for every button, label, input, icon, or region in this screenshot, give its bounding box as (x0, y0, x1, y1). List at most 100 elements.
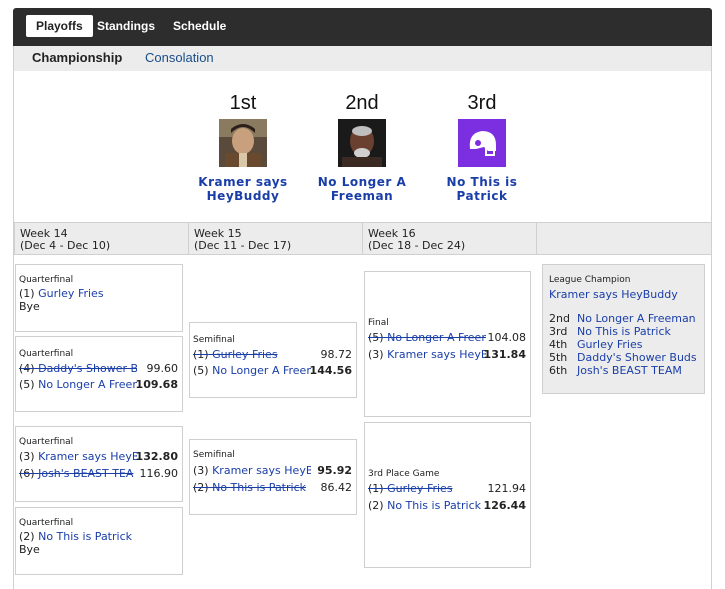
podium-second-team[interactable]: No Longer A Freeman (307, 175, 417, 203)
seed: (1) (368, 482, 384, 495)
team-link[interactable]: No This is Patrick (577, 325, 671, 338)
team-link[interactable]: Josh's BEAST TEAM (577, 364, 682, 377)
final-standing-row[interactable]: 5th Daddy's Shower Buds (549, 351, 697, 364)
seed: (3) (19, 450, 35, 463)
team-link[interactable]: Gurley Fries (577, 338, 642, 351)
matchup-label: Quarterfinal (19, 437, 74, 447)
team-name-line2[interactable]: HeyBuddy (188, 189, 298, 203)
team-link[interactable]: Gurley Fries (387, 482, 452, 495)
seed: (3) (368, 348, 384, 361)
team-link[interactable]: Kramer says HeyBu (387, 348, 486, 361)
team-link[interactable]: No This is Patrick (387, 499, 481, 512)
matchup-team-row[interactable]: (3) Kramer says HeyBu 95.92 (193, 464, 352, 478)
score: 132.80 (135, 450, 178, 463)
place-label: 3rd (467, 92, 497, 114)
freeman-avatar[interactable] (338, 119, 386, 167)
week-15-header: Week 15 (Dec 11 - Dec 17) (188, 222, 363, 255)
place: 3rd (549, 325, 568, 338)
helmet-icon[interactable] (458, 119, 506, 167)
matchup-label: Semifinal (193, 335, 235, 345)
matchup-team-row[interactable]: (2) No This is Patrick (19, 530, 178, 544)
seed: (4) (19, 362, 35, 375)
team-link[interactable]: No This is Patrick (38, 530, 132, 543)
team-link[interactable]: No Longer A Freeman (577, 312, 696, 325)
final-standing-row[interactable]: 4th Gurley Fries (549, 338, 642, 351)
seed: (1) (193, 348, 209, 361)
matchup-label: Semifinal (193, 450, 235, 460)
quarterfinal-3[interactable]: Quarterfinal (3) Kramer says HeyBu 132.8… (15, 426, 183, 502)
week-16-header: Week 16 (Dec 18 - Dec 24) (362, 222, 537, 255)
kramer-avatar[interactable] (219, 119, 267, 167)
matchup-team-row[interactable]: (4) Daddy's Shower Bu 99.60 (19, 362, 178, 376)
seed: (2) (193, 481, 209, 494)
place: 4th (549, 338, 568, 351)
semifinal-2[interactable]: Semifinal (3) Kramer says HeyBu 95.92 (2… (189, 439, 357, 515)
week-range: (Dec 11 - Dec 17) (194, 239, 292, 252)
matchup-label: Quarterfinal (19, 275, 74, 285)
team-link[interactable]: Kramer says HeyBu (38, 450, 137, 463)
week-14-header: Week 14 (Dec 4 - Dec 10) (14, 222, 189, 255)
final-matchup[interactable]: Final (5) No Longer A Freem 104.08 (3) K… (364, 271, 531, 417)
quarterfinal-4[interactable]: Quarterfinal (2) No This is Patrick Bye (15, 507, 183, 575)
tab-playoffs[interactable]: Playoffs (26, 15, 93, 37)
top-nav-bar: Playoffs Standings Schedule (13, 8, 712, 46)
final-standing-row[interactable]: 3rd No This is Patrick (549, 325, 671, 338)
team-name-line1[interactable]: Kramer says (188, 175, 298, 189)
sub-nav-bar: Championship Consolation (13, 46, 712, 71)
seed: (2) (368, 499, 384, 512)
matchup-team-row[interactable]: (2) No This is Patrick 86.42 (193, 481, 352, 495)
team-link[interactable]: Kramer says HeyBu (212, 464, 311, 477)
team-link[interactable]: Josh's BEAST TEA (38, 467, 133, 480)
matchup-team-row[interactable]: (3) Kramer says HeyBu 132.80 (19, 450, 178, 464)
seed: (5) (368, 331, 384, 344)
score: 104.08 (487, 331, 527, 344)
podium-second: 2nd No Longer A Freeman (307, 92, 417, 203)
semifinal-1[interactable]: Semifinal (1) Gurley Fries 98.72 (5) No … (189, 322, 357, 398)
league-champion-label: League Champion (549, 275, 631, 285)
team-name-line2[interactable]: Freeman (307, 189, 417, 203)
league-champion-name[interactable]: Kramer says HeyBuddy (549, 288, 678, 301)
place-label: 1st (229, 92, 257, 114)
matchup-team-row[interactable]: (3) Kramer says HeyBu 131.84 (368, 348, 526, 362)
team-link[interactable]: No Longer A Freem (212, 364, 311, 377)
team-link[interactable]: Gurley Fries (212, 348, 277, 361)
seed: (1) (19, 287, 35, 300)
matchup-team-row[interactable]: (5) No Longer A Freem 104.08 (368, 331, 526, 345)
score: 86.42 (320, 481, 353, 494)
quarterfinal-1[interactable]: Quarterfinal (1) Gurley Fries Bye (15, 264, 183, 332)
final-standing-row[interactable]: 2nd No Longer A Freeman (549, 312, 696, 325)
score: 99.60 (146, 362, 179, 375)
matchup-team-row[interactable]: (6) Josh's BEAST TEA 116.90 (19, 467, 178, 481)
tab-consolation[interactable]: Consolation (145, 50, 214, 65)
tab-championship[interactable]: Championship (32, 50, 122, 65)
place-label: 2nd (345, 92, 379, 114)
final-standing-row[interactable]: 6th Josh's BEAST TEAM (549, 364, 682, 377)
team-link[interactable]: Gurley Fries (38, 287, 103, 300)
team-link[interactable]: No This is Patrick (212, 481, 306, 494)
team-name-line1[interactable]: No Longer A (307, 175, 417, 189)
podium-third: 3rd No This is Patrick (427, 92, 537, 203)
tab-schedule[interactable]: Schedule (163, 15, 236, 37)
seed: (2) (19, 530, 35, 543)
matchup-team-row[interactable]: (5) No Longer A Freem 144.56 (193, 364, 352, 378)
team-link[interactable]: No Longer A Freem (38, 378, 137, 391)
score: 126.44 (483, 499, 526, 512)
matchup-team-row[interactable]: (5) No Longer A Freem 109.68 (19, 378, 178, 392)
matchup-team-row[interactable]: (1) Gurley Fries 98.72 (193, 348, 352, 362)
team-link[interactable]: Daddy's Shower Bu (38, 362, 137, 375)
matchup-team-row[interactable]: (2) No This is Patrick 126.44 (368, 499, 526, 513)
third-place-matchup[interactable]: 3rd Place Game (1) Gurley Fries 121.94 (… (364, 422, 531, 568)
bye-label: Bye (19, 300, 40, 313)
matchup-team-row[interactable]: (1) Gurley Fries (19, 287, 178, 301)
team-link[interactable]: Daddy's Shower Buds (577, 351, 697, 364)
team-name-line1[interactable]: No This is Patrick (427, 175, 537, 203)
quarterfinal-2[interactable]: Quarterfinal (4) Daddy's Shower Bu 99.60… (15, 336, 183, 412)
team-link[interactable]: No Longer A Freem (387, 331, 486, 344)
podium-third-team[interactable]: No This is Patrick (427, 175, 537, 203)
score: 121.94 (487, 482, 527, 495)
matchup-team-row[interactable]: (1) Gurley Fries 121.94 (368, 482, 526, 496)
tab-standings[interactable]: Standings (87, 15, 165, 37)
matchup-label: 3rd Place Game (368, 469, 440, 479)
place: 2nd (549, 312, 570, 325)
podium-first-team[interactable]: Kramer says HeyBuddy (188, 175, 298, 203)
